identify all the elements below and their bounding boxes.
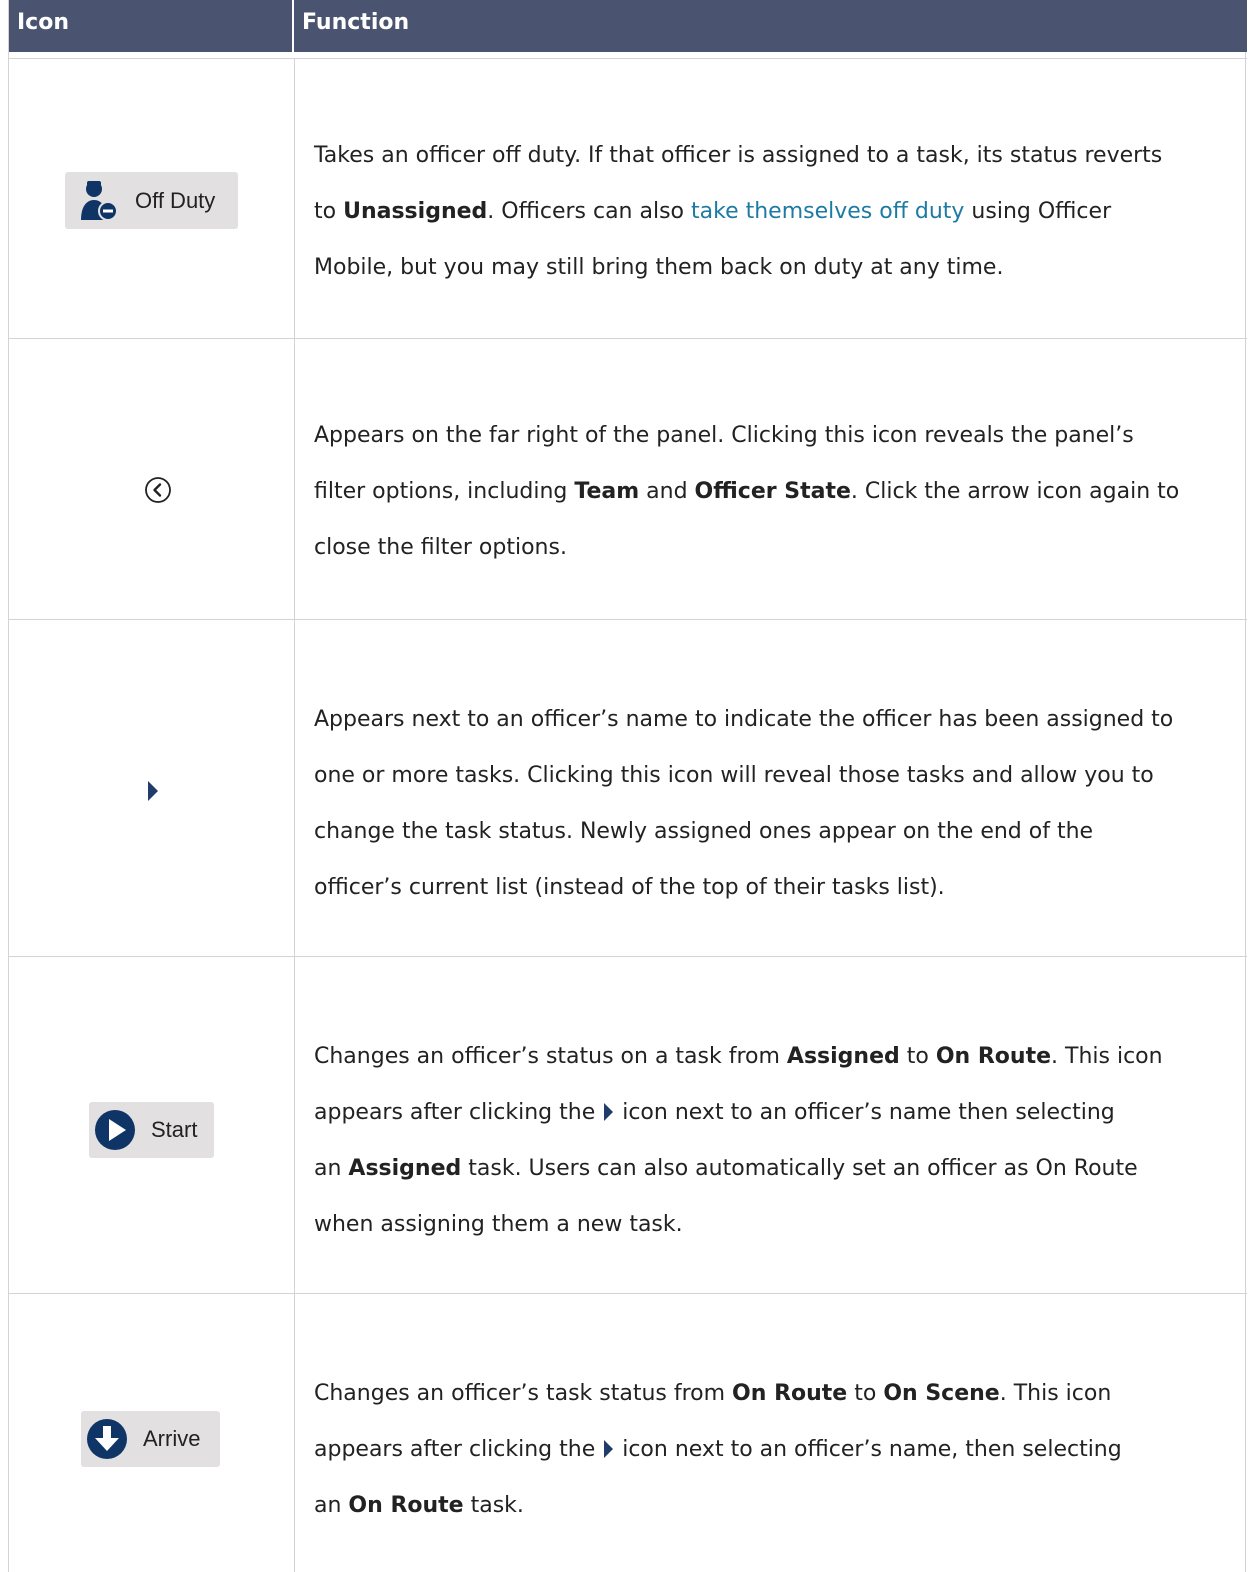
table-row: Start Changes an officer’s status on a t… bbox=[9, 956, 1247, 1293]
text-line: Takes an officer off duty. If that offic… bbox=[314, 143, 1163, 168]
text-line: when assigning them a new task. bbox=[314, 1212, 683, 1237]
text-line: Appears on the far right of the panel. C… bbox=[314, 423, 1134, 448]
text-line: Changes an officer’s status on a task fr… bbox=[314, 1044, 1163, 1069]
text-line: appears after clicking the icon next to … bbox=[314, 1100, 1115, 1125]
text-line: filter options, including Team and Offic… bbox=[314, 479, 1180, 504]
icon-cell bbox=[9, 620, 295, 956]
table-row: Off Duty Takes an officer off duty. If t… bbox=[9, 58, 1247, 338]
header-function-column: Function bbox=[302, 10, 410, 35]
text-line: officer’s current list (instead of the t… bbox=[314, 875, 945, 900]
table-row: Arrive Changes an officer’s task status … bbox=[9, 1293, 1247, 1572]
icon-cell: Off Duty bbox=[9, 59, 295, 338]
icon-cell: Arrive bbox=[9, 1294, 295, 1572]
off-duty-button: Off Duty bbox=[65, 172, 238, 229]
text-line: change the task status. Newly assigned o… bbox=[314, 819, 1094, 844]
off-duty-label: Off Duty bbox=[135, 187, 216, 213]
icon-cell: Start bbox=[9, 957, 295, 1293]
arrive-button: Arrive bbox=[81, 1411, 220, 1467]
text-line: Appears next to an officer’s name to ind… bbox=[314, 707, 1174, 732]
off-duty-icon bbox=[81, 181, 118, 221]
expand-triangle-icon bbox=[604, 1440, 614, 1458]
table-row: Appears next to an officer’s name to ind… bbox=[9, 619, 1247, 956]
table-header: Icon Function bbox=[9, 0, 1247, 52]
text-line: one or more tasks. Clicking this icon wi… bbox=[314, 763, 1154, 788]
function-text: Changes an officer’s task status from On… bbox=[314, 1366, 1237, 1534]
arrive-label: Arrive bbox=[143, 1426, 201, 1451]
icon-function-table: Icon Function Off Duty Takes an officer … bbox=[8, 0, 1247, 1572]
expand-triangle-icon bbox=[604, 1103, 614, 1121]
table-row: Appears on the far right of the panel. C… bbox=[9, 338, 1247, 619]
text-line: close the filter options. bbox=[314, 535, 567, 560]
take-themselves-off-duty-link[interactable]: take themselves off duty bbox=[691, 199, 964, 224]
header-icon-column: Icon bbox=[9, 0, 294, 52]
function-text: Appears next to an officer’s name to ind… bbox=[314, 692, 1237, 916]
icon-cell bbox=[9, 339, 295, 619]
text-line: an On Route task. bbox=[314, 1493, 524, 1518]
function-text: Changes an officer’s status on a task fr… bbox=[314, 1029, 1237, 1253]
text-line: an Assigned task. Users can also automat… bbox=[314, 1156, 1138, 1181]
function-text: Appears on the far right of the panel. C… bbox=[314, 408, 1237, 576]
arrow-down-circle-icon bbox=[87, 1419, 127, 1459]
start-label: Start bbox=[151, 1117, 198, 1142]
text-line: Mobile, but you may still bring them bac… bbox=[314, 255, 1004, 280]
play-circle-icon bbox=[95, 1110, 135, 1150]
chevron-left-circle-icon bbox=[145, 477, 171, 503]
function-text: Takes an officer off duty. If that offic… bbox=[314, 128, 1237, 296]
text-line: Changes an officer’s task status from On… bbox=[314, 1381, 1112, 1406]
text-line: appears after clicking the icon next to … bbox=[314, 1437, 1122, 1462]
start-button: Start bbox=[89, 1102, 214, 1158]
text-line: to Unassigned. Officers can also take th… bbox=[314, 199, 1112, 224]
expand-triangle-icon bbox=[148, 781, 158, 801]
